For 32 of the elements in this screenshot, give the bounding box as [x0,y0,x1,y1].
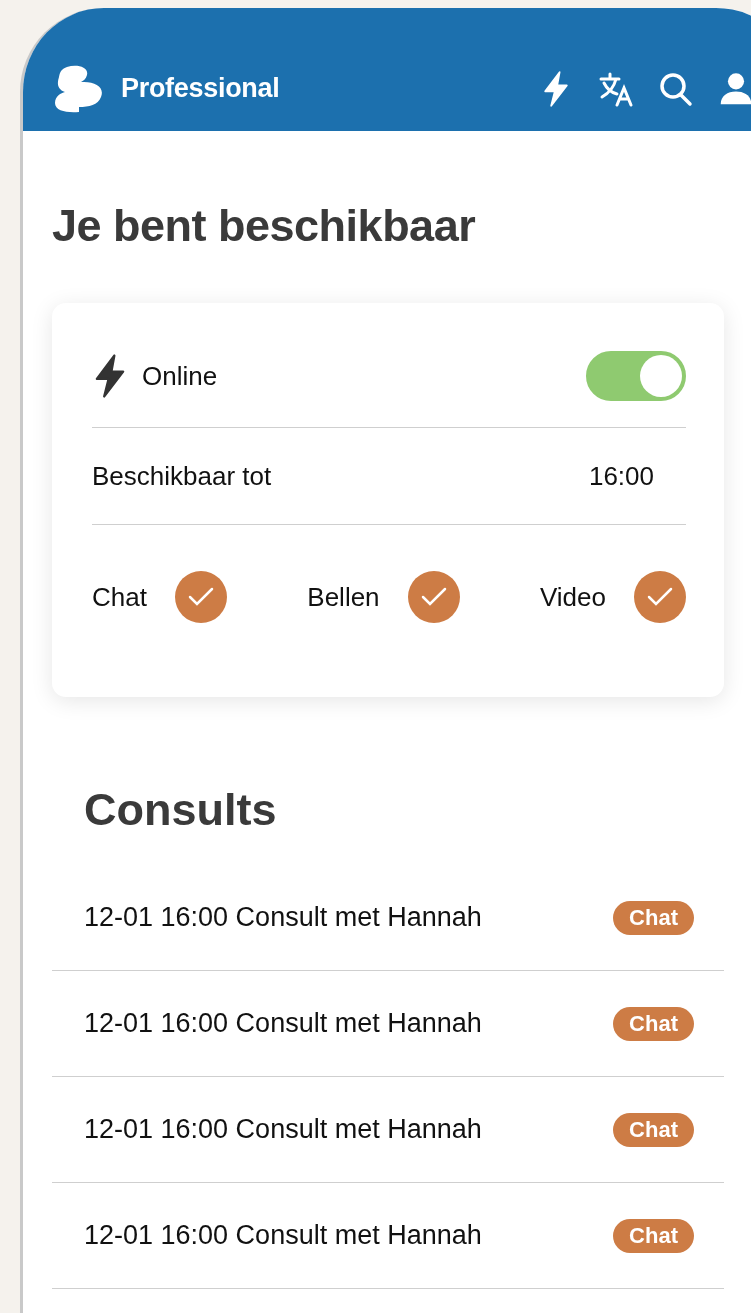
channel-checkbox[interactable] [407,571,460,623]
consult-text: 12-01 16:00 Consult met Hannah [84,1008,482,1039]
consult-row[interactable]: 12-01 16:00 Consult met Hannah Chat [52,1183,724,1289]
consult-row[interactable]: 12-01 16:00 Consult met Hannah Chat [52,865,724,971]
channel-tag: Chat [613,1112,694,1147]
consult-row[interactable]: 12-01 16:00 Consult met Hannah Chat [52,1077,724,1183]
channel-label: Bellen [307,581,380,613]
channel-tag: Chat [613,1006,694,1041]
channel-checkbox[interactable] [634,571,686,623]
check-icon [420,587,447,607]
channel-tag: Chat [613,1218,694,1253]
channel-checkbox[interactable] [174,571,227,623]
channel-label: Video [539,581,606,613]
search-icon[interactable] [659,70,693,107]
consult-row[interactable]: 12-01 16:00 Consult met Hannah Chat [52,971,724,1077]
user-icon[interactable] [719,70,751,107]
channel-tag: Chat [613,900,694,935]
translate-icon[interactable] [599,70,633,107]
online-label: Online [142,360,218,392]
channel-label: Chat [92,581,147,613]
check-icon [647,587,673,607]
available-until-label: Beschikbaar tot [92,460,272,492]
online-toggle[interactable] [586,351,686,401]
section-title: Consults [84,783,278,837]
consult-text: 12-01 16:00 Consult met Hannah [84,1220,482,1251]
available-until-time[interactable]: 16:00 [588,460,654,492]
consult-text: 12-01 16:00 Consult met Hannah [84,902,482,933]
consult-text: 12-01 16:00 Consult met Hannah [84,1114,482,1145]
page-title: Je bent beschikbaar [52,199,477,253]
check-icon [187,587,214,607]
logo-icon [53,64,105,113]
brand-name: Professional [121,73,280,104]
